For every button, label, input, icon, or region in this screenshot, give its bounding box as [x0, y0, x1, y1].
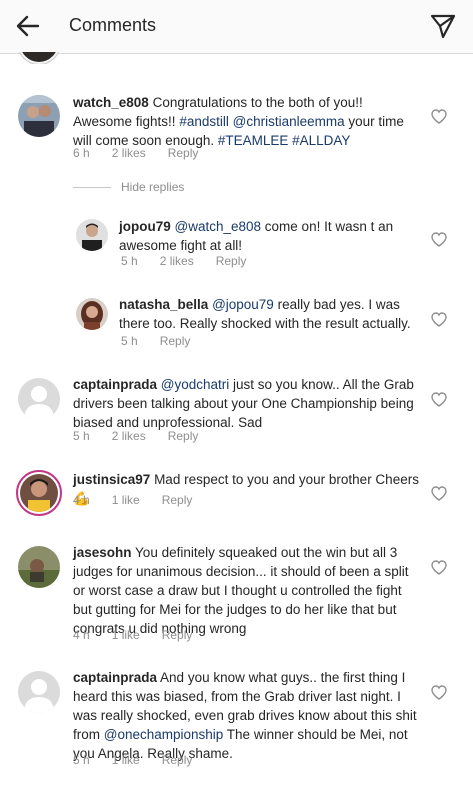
- top-bar: Comments: [0, 0, 473, 54]
- comment-text: watch_e808 Congratulations to the both o…: [73, 93, 419, 150]
- reply-button[interactable]: Reply: [168, 146, 199, 160]
- username-link[interactable]: justinsica97: [73, 472, 150, 487]
- likes-count[interactable]: 1 like: [112, 493, 140, 507]
- heart-icon[interactable]: [431, 560, 447, 575]
- likes-count[interactable]: 2 likes: [112, 429, 146, 443]
- likes-count[interactable]: 2 likes: [112, 146, 146, 160]
- back-arrow-icon[interactable]: [10, 8, 46, 44]
- avatar[interactable]: [76, 298, 108, 330]
- comment-time: 4 h: [73, 628, 90, 642]
- comment-time: 5 h: [73, 429, 90, 443]
- comment-meta: 6 h 2 likes Reply: [73, 146, 220, 160]
- avatar[interactable]: [16, 470, 62, 516]
- comment-text: jopou79 @watch_e808 come on! It wasn t a…: [119, 217, 419, 255]
- reply-button[interactable]: Reply: [216, 254, 247, 268]
- mention-link[interactable]: @onechampionship: [104, 727, 224, 742]
- avatar[interactable]: [18, 52, 60, 64]
- reply-button[interactable]: Reply: [162, 753, 193, 767]
- username-link[interactable]: jasesohn: [73, 545, 132, 560]
- mention-link[interactable]: @christianleemma: [233, 114, 345, 129]
- username-link[interactable]: natasha_bella: [119, 297, 208, 312]
- reply-button[interactable]: Reply: [162, 493, 193, 507]
- divider-line: [73, 186, 111, 188]
- comment-time: 5 h: [121, 334, 138, 348]
- comment-time: 4 h: [73, 493, 90, 507]
- heart-icon[interactable]: [431, 232, 447, 247]
- mention-link[interactable]: #ALLDAY: [292, 133, 350, 148]
- avatar[interactable]: [18, 546, 60, 588]
- likes-count[interactable]: 1 like: [112, 753, 140, 767]
- heart-icon[interactable]: [431, 109, 447, 124]
- hide-replies-label: Hide replies: [121, 180, 185, 194]
- username-link[interactable]: watch_e808: [73, 95, 149, 110]
- hide-replies-toggle[interactable]: Hide replies: [73, 180, 184, 194]
- username-link[interactable]: captainprada: [73, 670, 157, 685]
- comment-text: jasesohn You definitely squeaked out the…: [73, 543, 419, 638]
- avatar[interactable]: [18, 378, 60, 420]
- likes-count[interactable]: 2 likes: [160, 254, 194, 268]
- comment-text: natasha_bella @jopou79 really bad yes. I…: [119, 295, 419, 333]
- send-direct-icon[interactable]: [427, 9, 459, 43]
- avatar[interactable]: [18, 671, 60, 713]
- comment-meta: 4 h 1 like Reply: [73, 493, 214, 507]
- comment-meta: 5 h Reply: [121, 334, 212, 348]
- comment-time: 5 h: [73, 753, 90, 767]
- username-link[interactable]: captainprada: [73, 377, 157, 392]
- mention-link[interactable]: @watch_e808: [175, 219, 262, 234]
- likes-count[interactable]: 1 like: [112, 628, 140, 642]
- heart-icon[interactable]: [431, 392, 447, 407]
- avatar[interactable]: [18, 95, 60, 137]
- page-title: Comments: [69, 15, 157, 35]
- reply-button[interactable]: Reply: [160, 334, 191, 348]
- comment-meta: 5 h 1 like Reply: [73, 753, 214, 767]
- mention-link[interactable]: #TEAMLEE: [218, 133, 289, 148]
- comment-time: 6 h: [73, 146, 90, 160]
- comment-meta: 4 h 1 like Reply: [73, 628, 214, 642]
- reply-button[interactable]: Reply: [168, 429, 199, 443]
- mention-link[interactable]: @jopou79: [212, 297, 274, 312]
- comment-time: 5 h: [121, 254, 138, 268]
- comment-text: captainprada @yodchatri just so you know…: [73, 375, 419, 432]
- reply-button[interactable]: Reply: [162, 628, 193, 642]
- mention-link[interactable]: @yodchatri: [161, 377, 229, 392]
- heart-icon[interactable]: [431, 486, 447, 501]
- username-link[interactable]: jopou79: [119, 219, 171, 234]
- comment-meta: 5 h 2 likes Reply: [121, 254, 268, 268]
- heart-icon[interactable]: [431, 312, 447, 327]
- mention-link[interactable]: #andstill: [179, 114, 229, 129]
- comment-text: captainprada And you know what guys.. th…: [73, 668, 419, 763]
- heart-icon[interactable]: [431, 685, 447, 700]
- comment-meta: 5 h 2 likes Reply: [73, 429, 220, 443]
- avatar[interactable]: [76, 219, 108, 251]
